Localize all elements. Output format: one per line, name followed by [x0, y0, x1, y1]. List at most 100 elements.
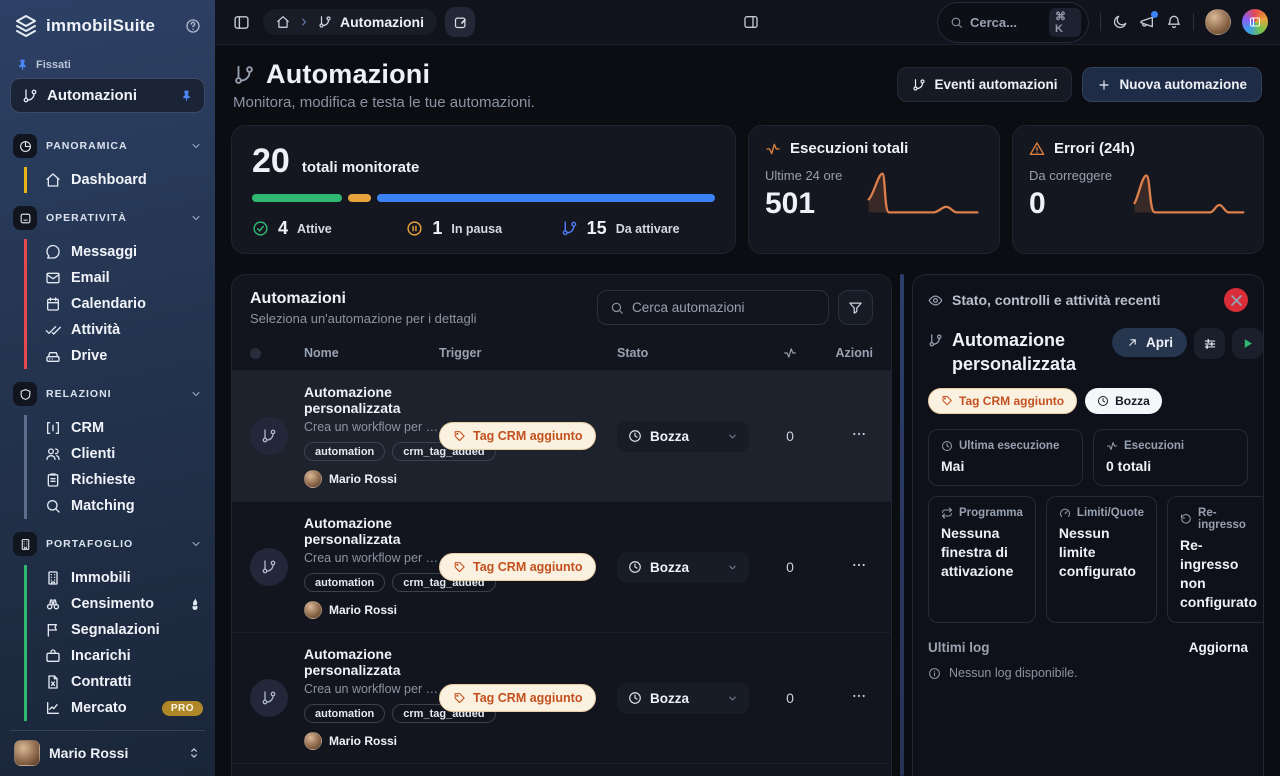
brackets-icon [45, 420, 61, 436]
sidebar-item-drive[interactable]: Drive [43, 343, 205, 369]
sidebar-nav: PANORAMICA Dashboard OPERATIVITÀ Messagg… [10, 127, 205, 726]
help-icon[interactable] [185, 18, 201, 34]
sidebar-section-relazioni[interactable]: RELAZIONI [10, 375, 205, 413]
scrollbar[interactable] [900, 274, 904, 776]
breadcrumb[interactable]: Automazioni [263, 9, 437, 35]
breadcrumb-page: Automazioni [340, 14, 424, 30]
logs-empty-state: Nessun log disponibile. [928, 666, 1248, 680]
row-menu-button[interactable] [815, 688, 873, 709]
stat-card-totali: 20 totali monitorate 4Attive 1In pausa 1… [231, 125, 736, 254]
row-owner: Mario Rossi [304, 732, 439, 750]
settings-button[interactable] [1194, 328, 1225, 359]
run-button[interactable] [1232, 328, 1263, 359]
gauge-icon [1059, 507, 1071, 519]
sidebar-item-clienti[interactable]: Clienti [43, 441, 205, 467]
sidebar-section-portafoglio[interactable]: PORTAFOGLIO [10, 525, 205, 563]
aggiorna-button[interactable]: Aggiorna [1189, 640, 1248, 655]
chevron-down-icon [727, 562, 738, 573]
table-search-input[interactable] [632, 300, 792, 315]
drive-icon [45, 348, 61, 364]
apps-button[interactable] [1242, 9, 1268, 35]
announcements-icon[interactable] [1139, 14, 1155, 30]
sidebar-item-immobili[interactable]: Immobili [43, 565, 205, 591]
sidebar-item-attività[interactable]: Attività [43, 317, 205, 343]
eventi-automazioni-button[interactable]: Eventi automazioni [897, 67, 1072, 102]
table-row[interactable]: Automazione personalizzata Crea un workf… [232, 501, 891, 632]
clipboard-icon [45, 472, 61, 488]
nuova-automazione-button[interactable]: Nuova automazione [1082, 67, 1262, 102]
sidebar-item-messaggi[interactable]: Messaggi [43, 239, 205, 265]
activity-icon [1106, 440, 1118, 452]
chevron-updown-icon [187, 746, 201, 760]
row-name-cell: Automazione personalizzata Crea un workf… [304, 515, 439, 619]
sidebar-section-operatività[interactable]: OPERATIVITÀ [10, 199, 205, 237]
info-icon [928, 667, 941, 680]
page-title: Automazioni [266, 59, 430, 90]
bell-icon[interactable] [1166, 14, 1182, 30]
run-count: 0 [765, 428, 815, 444]
sidebar-item-calendario[interactable]: Calendario [43, 291, 205, 317]
user-menu[interactable]: Mario Rossi [10, 730, 205, 768]
search-input[interactable] [970, 15, 1042, 30]
check-circle-icon [252, 220, 269, 237]
sidebar-item-incarichi[interactable]: Incarichi [43, 643, 205, 669]
status-select[interactable]: Bozza [617, 552, 749, 583]
compose-button[interactable] [445, 7, 475, 37]
sidebar-item-email[interactable]: Email [43, 265, 205, 291]
sidebar-item-matching[interactable]: Matching [43, 493, 205, 519]
automations-table-card: Automazioni Seleziona un'automazione per… [231, 274, 892, 776]
config-box-reingresso: Re-ingresso Re-ingresso non configurato [1167, 496, 1264, 623]
flag-icon [45, 622, 61, 638]
sidebar-section-panoramica[interactable]: PANORAMICA [10, 127, 205, 165]
select-all-dot[interactable] [250, 348, 261, 359]
config-box-programma: Programma Nessuna finestra di attivazion… [928, 496, 1036, 623]
table-row[interactable]: Automazione personalizzata Crea un'autom… [232, 763, 891, 776]
filter-button[interactable] [838, 290, 873, 325]
close-panel-button[interactable] [1224, 288, 1248, 312]
table-row[interactable]: Automazione personalizzata Crea un workf… [232, 370, 891, 501]
sidebar-item-automazioni-pinned[interactable]: Automazioni [10, 78, 205, 113]
status-legend: 4Attive 1In pausa 15Da attivare [252, 218, 715, 239]
panel-icon [1249, 16, 1261, 28]
sidebar-toggle-icon[interactable] [227, 8, 255, 36]
profile-avatar[interactable] [1205, 9, 1231, 35]
stats-row: 20 totali monitorate 4Attive 1In pausa 1… [231, 125, 1264, 254]
sidebar-item-mercato[interactable]: MercatoPRO [43, 695, 205, 721]
sidebar-item-dashboard[interactable]: Dashboard [43, 167, 205, 193]
chevron-down-icon [727, 431, 738, 442]
sidebar-item-crm[interactable]: CRM [43, 415, 205, 441]
automation-row-icon [250, 679, 288, 717]
apri-button[interactable]: Apri [1112, 328, 1187, 357]
table-row[interactable]: Automazione personalizzata Crea un workf… [232, 632, 891, 763]
tag-pill: automation [304, 573, 385, 592]
chevron-right-icon [298, 16, 310, 28]
pin-icon [16, 58, 29, 71]
sidebar-item-richieste[interactable]: Richieste [43, 467, 205, 493]
row-menu-button[interactable] [815, 557, 873, 578]
window-icon [13, 206, 37, 230]
edit-icon [453, 15, 468, 30]
play-icon [1241, 337, 1254, 350]
sidebar-item-segnalazioni[interactable]: Segnalazioni [43, 617, 205, 643]
branch-icon [561, 220, 578, 237]
home-icon[interactable] [276, 15, 290, 29]
shield-icon [13, 382, 37, 406]
detail-panel: Stato, controlli e attività recenti Auto… [912, 274, 1264, 776]
logs-title: Ultimi log [928, 640, 990, 655]
status-select[interactable]: Bozza [617, 683, 749, 714]
tag-icon [453, 561, 466, 574]
row-owner: Mario Rossi [304, 470, 439, 488]
git-branch-icon [912, 78, 926, 92]
info-box-esecuzioni: Esecuzioni 0 totali [1093, 429, 1248, 487]
git-branch-icon [928, 333, 943, 348]
theme-toggle-icon[interactable] [1112, 14, 1128, 30]
sidebar-item-censimento[interactable]: Censimento [43, 591, 205, 617]
sidebar-item-contratti[interactable]: Contratti [43, 669, 205, 695]
table-search[interactable] [597, 290, 829, 325]
row-menu-button[interactable] [815, 426, 873, 447]
global-search[interactable]: ⌘ K [937, 2, 1089, 43]
panel-toggle-icon[interactable] [743, 14, 759, 30]
status-select[interactable]: Bozza [617, 421, 749, 452]
avatar [304, 470, 322, 488]
pin-icon[interactable] [180, 89, 193, 102]
